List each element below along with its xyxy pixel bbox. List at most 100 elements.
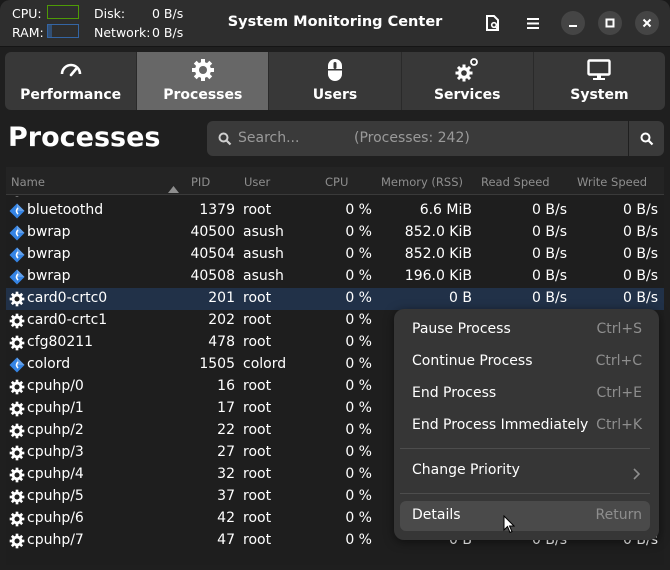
menu-item-shortcut: Ctrl+C xyxy=(595,353,642,369)
tab-users[interactable]: Users xyxy=(269,52,402,110)
mouse-cursor-icon xyxy=(503,514,516,538)
menu-item-shortcut: Return xyxy=(595,507,642,523)
process-user: root xyxy=(243,378,272,394)
tab-system[interactable]: System xyxy=(534,52,665,110)
ram-label: RAM: xyxy=(12,25,44,40)
process-user: root xyxy=(243,400,272,416)
process-user: root xyxy=(243,510,272,526)
process-count: (Processes: 242) xyxy=(354,130,470,146)
minimize-button[interactable] xyxy=(561,11,585,35)
sort-ascending-icon xyxy=(168,178,179,197)
process-name: cfg80211 xyxy=(27,334,94,350)
tab-label: Users xyxy=(312,87,358,103)
process-cpu: 0 % xyxy=(345,400,372,416)
page-title: Processes xyxy=(8,122,161,153)
process-user: root xyxy=(243,444,272,460)
application-icon xyxy=(9,357,25,373)
maximize-button[interactable] xyxy=(598,11,622,35)
close-icon xyxy=(642,18,652,28)
process-name: bluetoothd xyxy=(27,202,104,218)
search-placeholder: Search... xyxy=(238,130,300,146)
gear-icon xyxy=(9,445,25,461)
process-cpu: 0 % xyxy=(345,444,372,460)
column-header-memory[interactable]: Memory (RSS) xyxy=(381,175,463,189)
close-button[interactable] xyxy=(635,11,659,35)
network-label: Network: xyxy=(94,25,151,40)
process-write-speed: 0 B/s xyxy=(623,202,658,218)
process-read-speed: 0 B/s xyxy=(532,268,567,284)
process-user: asush xyxy=(243,224,284,240)
process-pid: 202 xyxy=(208,312,235,328)
gears-icon xyxy=(454,57,480,83)
table-row[interactable]: bwrap 40508 asush 0 % 196.0 KiB 0 B/s 0 B/s xyxy=(6,266,664,288)
process-name: cpuhp/3 xyxy=(27,444,84,460)
column-header-read-speed[interactable]: Read Speed xyxy=(481,175,550,189)
process-cpu: 0 % xyxy=(345,202,372,218)
process-cpu: 0 % xyxy=(345,378,372,394)
monitor-icon xyxy=(586,57,612,83)
process-cpu: 0 % xyxy=(345,290,372,306)
main-tabs: Performance Processes Users Services Sys… xyxy=(5,52,665,110)
process-pid: 27 xyxy=(217,444,235,460)
table-row[interactable]: bluetoothd 1379 root 0 % 6.6 MiB 0 B/s 0 B/s xyxy=(6,200,664,222)
menu-item-pause-process[interactable]: Pause Process Ctrl+S xyxy=(400,315,650,345)
process-name: cpuhp/1 xyxy=(27,400,84,416)
process-name: colord xyxy=(27,356,71,372)
process-write-speed: 0 B/s xyxy=(623,268,658,284)
menu-item-label: End Process xyxy=(412,385,497,401)
column-header-user[interactable]: User xyxy=(244,175,270,189)
tab-services[interactable]: Services xyxy=(402,52,534,110)
search-input[interactable]: Search... (Processes: 242) xyxy=(207,121,628,156)
process-name: cpuhp/7 xyxy=(27,532,84,548)
process-pid: 22 xyxy=(217,422,235,438)
document-search-icon xyxy=(486,15,499,31)
process-user: root xyxy=(243,202,272,218)
column-header-write-speed[interactable]: Write Speed xyxy=(577,175,647,189)
column-header-cpu[interactable]: CPU xyxy=(325,175,348,189)
menu-item-end-process[interactable]: End Process Ctrl+E xyxy=(400,379,650,409)
menu-item-label: Pause Process xyxy=(412,321,511,337)
process-pid: 16 xyxy=(217,378,235,394)
process-memory: 196.0 KiB xyxy=(404,268,472,284)
report-button[interactable] xyxy=(480,10,506,36)
maximize-icon xyxy=(605,18,615,28)
process-write-speed: 0 B/s xyxy=(623,290,658,306)
table-row[interactable]: bwrap 40500 asush 0 % 852.0 KiB 0 B/s 0 B/s xyxy=(6,222,664,244)
main-menu-button[interactable] xyxy=(520,10,546,36)
table-row[interactable]: card0-crtc0 201 root 0 % 0 B 0 B/s 0 B/s xyxy=(6,288,664,310)
process-name: card0-crtc1 xyxy=(27,312,108,328)
menu-item-details[interactable]: Details Return xyxy=(400,501,650,531)
process-memory: 852.0 KiB xyxy=(404,224,472,240)
search-options-button[interactable] xyxy=(629,121,664,156)
process-cpu: 0 % xyxy=(345,532,372,548)
gear-icon xyxy=(9,467,25,483)
process-write-speed: 0 B/s xyxy=(623,224,658,240)
menu-item-shortcut: Ctrl+K xyxy=(596,417,642,433)
app-window: CPU: RAM: Disk: 0 B/s Network: 0 B/s Sys… xyxy=(0,0,670,570)
application-icon xyxy=(9,269,25,285)
process-user: asush xyxy=(243,268,284,284)
menu-item-continue-process[interactable]: Continue Process Ctrl+C xyxy=(400,347,650,377)
process-pid: 1505 xyxy=(199,356,235,372)
process-read-speed: 0 B/s xyxy=(532,224,567,240)
tab-label: Performance xyxy=(20,87,122,103)
tab-performance[interactable]: Performance xyxy=(5,52,138,110)
gear-icon xyxy=(9,511,25,527)
menu-item-end-process-immediately[interactable]: End Process Immediately Ctrl+K xyxy=(400,411,650,441)
application-icon xyxy=(9,225,25,241)
tab-label: Processes xyxy=(163,87,243,103)
process-name: bwrap xyxy=(27,246,71,262)
process-memory: 0 B xyxy=(449,290,472,306)
tab-processes[interactable]: Processes xyxy=(137,52,270,110)
menu-item-change-priority[interactable]: Change Priority xyxy=(400,456,650,486)
minimize-icon xyxy=(569,25,577,27)
process-pid: 42 xyxy=(217,510,235,526)
table-row[interactable]: bwrap 40504 asush 0 % 852.0 KiB 0 B/s 0 B/s xyxy=(6,244,664,266)
process-name: cpuhp/4 xyxy=(27,466,84,482)
process-name: cpuhp/2 xyxy=(27,422,84,438)
column-header-name[interactable]: Name xyxy=(11,175,45,189)
process-name: cpuhp/0 xyxy=(27,378,84,394)
gear-icon xyxy=(9,196,25,197)
process-read-speed: 0 B/s xyxy=(532,290,567,306)
column-header-pid[interactable]: PID xyxy=(191,175,210,189)
